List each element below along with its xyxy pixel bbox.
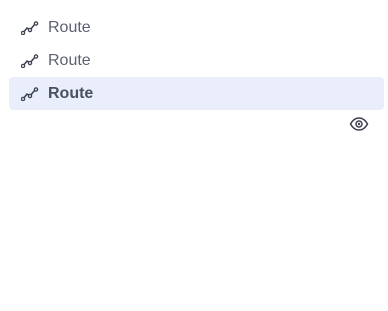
route-list-item-2[interactable]: Route (9, 44, 384, 77)
visibility-toggle-button[interactable] (349, 116, 369, 136)
route-label: Route (48, 18, 91, 36)
route-label: Route (48, 51, 91, 69)
route-icon (21, 19, 39, 37)
route-icon (21, 85, 39, 103)
route-label: Route (48, 84, 94, 102)
route-list: Route Route Route (9, 11, 384, 110)
route-list-item-3[interactable]: Route (9, 77, 384, 110)
route-list-item-1[interactable]: Route (9, 11, 384, 44)
route-icon (21, 52, 39, 70)
eye-icon (349, 116, 369, 136)
